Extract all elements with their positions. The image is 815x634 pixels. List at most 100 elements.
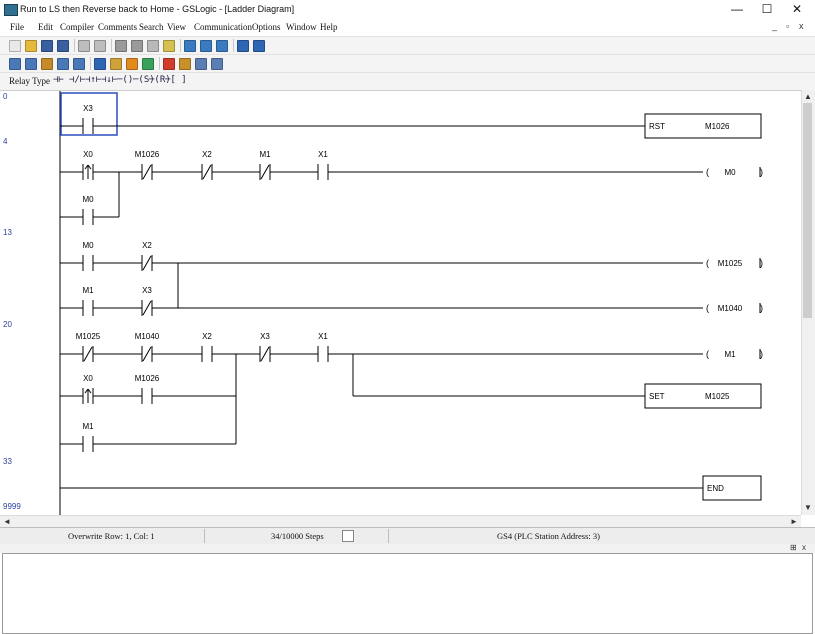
- status-cursor: Overwrite Row: 1, Col: 1: [68, 531, 155, 541]
- cut-icon[interactable]: [115, 40, 127, 52]
- contact-label: X0: [83, 150, 93, 159]
- toolbar-separator: [233, 39, 234, 52]
- address-icon[interactable]: [211, 58, 223, 70]
- coil-paren: (: [706, 258, 709, 268]
- toolbar-separator: [180, 39, 181, 52]
- toolbar-separator: [159, 57, 160, 70]
- paste-icon[interactable]: [147, 40, 159, 52]
- maximize-button[interactable]: ☐: [752, 0, 782, 19]
- ladder-editor[interactable]: 0 4 13 20 33 9999 X3 RST M1026 X0 M1026 X2 M1 X1(M0) M…: [0, 90, 815, 516]
- relay-tool-icon[interactable]: ⊣/⊢: [69, 75, 85, 85]
- output-panel[interactable]: [2, 553, 813, 634]
- menu-comments[interactable]: Comments: [98, 22, 137, 32]
- coil-label: M1040: [718, 304, 743, 313]
- menu-edit[interactable]: Edit: [38, 22, 53, 32]
- coil-label: M1: [724, 350, 736, 359]
- open-folder-icon[interactable]: [25, 40, 37, 52]
- vertical-scroll-thumb[interactable]: [803, 103, 812, 318]
- close-button[interactable]: ✕: [782, 0, 812, 19]
- new-file-icon[interactable]: [9, 40, 21, 52]
- relay-type-label: Relay Type: [9, 76, 50, 86]
- coil-paren: (: [706, 303, 709, 313]
- status-divider: [388, 529, 389, 543]
- rung-number: 20: [3, 320, 12, 329]
- run-icon[interactable]: [126, 58, 138, 70]
- help-icon[interactable]: [237, 40, 249, 52]
- relay-toolbar: Relay Type ⊣⊢ ⊣/⊢ ⊣↑⊢ ⊣↓⊢ ─() ─(S) ─(R) ─[ ]: [0, 72, 815, 90]
- rung-number: 33: [3, 457, 12, 466]
- io-icon[interactable]: [253, 40, 265, 52]
- contact-label: M0: [82, 195, 94, 204]
- contact-label: X2: [142, 241, 152, 250]
- contact-slash: [142, 255, 152, 271]
- minimize-button[interactable]: —: [722, 0, 752, 19]
- rung-number: 0: [3, 92, 8, 101]
- menu-search[interactable]: Search: [139, 22, 164, 32]
- menu-window[interactable]: Window: [286, 22, 317, 32]
- contact-slash: [260, 164, 270, 180]
- relay-tool-icon[interactable]: ─(): [117, 75, 133, 85]
- document-icon[interactable]: [25, 58, 37, 70]
- list-icon[interactable]: [195, 58, 207, 70]
- project-icon[interactable]: [9, 58, 21, 70]
- menu-file[interactable]: File: [10, 22, 24, 32]
- coil-label: M1025: [718, 259, 743, 268]
- mdi-restore-button[interactable]: ▫: [786, 21, 789, 31]
- relay-tool-icon[interactable]: ─[ ]: [165, 75, 187, 85]
- contact-slash: [202, 164, 212, 180]
- menu-compiler[interactable]: Compiler: [60, 22, 94, 32]
- coil-paren: (: [706, 167, 709, 177]
- menu-options[interactable]: Options: [252, 22, 281, 32]
- title-bar: Run to LS then Reverse back to Home - GS…: [0, 0, 815, 19]
- scroll-down-arrow[interactable]: ▼: [804, 503, 812, 512]
- menu-communication[interactable]: Communication: [194, 22, 252, 32]
- rung-number: 4: [3, 137, 8, 146]
- contact-label: X1: [318, 332, 328, 341]
- redo-icon[interactable]: [94, 40, 106, 52]
- project-toolbar: [0, 54, 815, 72]
- contact-slash: [142, 346, 152, 362]
- instruction-name: RST: [649, 122, 665, 131]
- download-icon[interactable]: [57, 58, 69, 70]
- zoom-in-icon[interactable]: [200, 40, 212, 52]
- status-steps: 34/10000 Steps: [271, 531, 324, 541]
- pin-icon[interactable]: ⊞: [790, 543, 797, 552]
- monitor-icon[interactable]: [94, 58, 106, 70]
- table-icon[interactable]: [73, 58, 85, 70]
- scroll-right-arrow[interactable]: ►: [790, 517, 798, 526]
- compile-icon[interactable]: [41, 58, 53, 70]
- stop-icon[interactable]: [163, 58, 175, 70]
- contact-label: X1: [318, 150, 328, 159]
- find-icon[interactable]: [184, 40, 196, 52]
- relay-tool-icon[interactable]: ⊣↓⊢: [101, 75, 117, 85]
- contact-slash: [142, 300, 152, 316]
- scroll-up-arrow[interactable]: ▲: [804, 92, 812, 101]
- output-close-button[interactable]: x: [802, 543, 806, 552]
- contact-label: M1040: [135, 332, 160, 341]
- save-icon[interactable]: [41, 40, 53, 52]
- menu-help[interactable]: Help: [320, 22, 338, 32]
- toolbar-separator: [111, 39, 112, 52]
- save-all-icon[interactable]: [57, 40, 69, 52]
- scroll-left-arrow[interactable]: ◄: [3, 517, 11, 526]
- copy-icon[interactable]: [131, 40, 143, 52]
- contact-label: X3: [260, 332, 270, 341]
- ladder-diagram[interactable]: 041320339999X3RST M1026X0 M1026 X2 M1 X1(M0)M…: [0, 91, 801, 516]
- relay-tool-icon[interactable]: ⊣↑⊢: [85, 75, 101, 85]
- relay-tool-icon[interactable]: ⊣⊢: [53, 75, 64, 85]
- zoom-out-icon[interactable]: [216, 40, 228, 52]
- contact-slash: [142, 164, 152, 180]
- mdi-close-button[interactable]: x: [799, 21, 804, 31]
- coil-label: M0: [724, 168, 736, 177]
- rung-number: 9999: [3, 502, 21, 511]
- status-icon[interactable]: [142, 58, 154, 70]
- instruction-operand: M1025: [705, 392, 730, 401]
- coil-paren: (: [706, 349, 709, 359]
- menu-view[interactable]: View: [167, 22, 186, 32]
- mdi-minimize-button[interactable]: _: [772, 21, 777, 31]
- pencil-icon[interactable]: [110, 58, 122, 70]
- settings-icon[interactable]: [179, 58, 191, 70]
- undo-icon[interactable]: [78, 40, 90, 52]
- eraser-icon[interactable]: [163, 40, 175, 52]
- contact-label: X3: [83, 104, 93, 113]
